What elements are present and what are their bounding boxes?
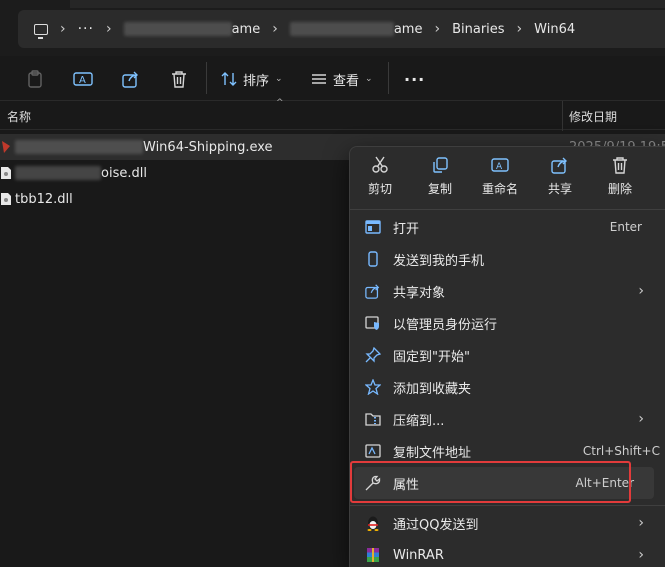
address-bar[interactable]: › ··· › ame › ame › Binaries › Win64	[18, 10, 665, 48]
command-bar: A 排序 ⌄ 查看 ⌄ ···	[0, 56, 665, 100]
toolbar-divider	[388, 62, 389, 94]
breadcrumb-item-win64[interactable]: Win64	[534, 22, 575, 37]
view-label: 查看	[333, 73, 360, 89]
cut-button[interactable]: 剪切	[350, 147, 410, 205]
chevron-right-icon: ›	[638, 283, 644, 299]
share-icon	[551, 157, 567, 174]
highlight-box	[350, 461, 631, 503]
this-pc-icon[interactable]	[34, 23, 48, 39]
rename-icon[interactable]: A	[72, 68, 94, 90]
dll-file-icon	[0, 166, 12, 180]
file-name: Win64-Shipping.exe	[15, 140, 273, 155]
menu-item-label: 打开	[393, 221, 420, 237]
exe-file-icon	[0, 140, 12, 154]
menu-item-share-with[interactable]: 共享对象 ›	[350, 275, 665, 307]
column-header-row: ^ 名称 修改日期	[0, 98, 665, 131]
context-menu: 剪切 复制 A 重命名 共享 删除 打开 Enter 发送到我的手机 共享对象 …	[349, 146, 665, 567]
chevron-right-icon: ›	[638, 411, 644, 427]
menu-item-add-to-favorites[interactable]: 添加到收藏夹	[350, 371, 665, 403]
sort-icon	[221, 72, 237, 86]
pin-icon	[364, 346, 382, 364]
delete-button[interactable]: 删除	[590, 147, 650, 205]
menu-item-winrar[interactable]: WinRAR ›	[350, 539, 665, 567]
file-name: tbb12.dll	[15, 191, 73, 207]
sort-label: 排序	[243, 73, 270, 89]
menu-item-label: 添加到收藏夹	[393, 381, 472, 397]
share-label: 共享	[547, 181, 572, 196]
star-icon	[364, 378, 382, 396]
column-divider[interactable]	[562, 101, 563, 131]
rename-icon: A	[491, 157, 509, 172]
menu-item-label: WinRAR	[393, 547, 444, 563]
menu-item-pin-to-start[interactable]: 固定到"开始"	[350, 339, 665, 371]
trash-icon	[613, 156, 627, 174]
phone-icon	[364, 250, 382, 268]
breadcrumb-item-2[interactable]: ame	[289, 22, 422, 37]
context-quick-actions: 剪切 复制 A 重命名 共享 删除	[350, 147, 665, 205]
breadcrumb-chevron-icon[interactable]: ›	[106, 21, 112, 37]
menu-shortcut: Enter	[609, 220, 642, 234]
chevron-down-icon: ⌄	[275, 74, 283, 84]
view-button[interactable]: 查看 ⌄	[311, 68, 373, 90]
share-button[interactable]: 共享	[530, 147, 590, 205]
qq-penguin-icon	[364, 514, 382, 532]
breadcrumb-overflow-button[interactable]: ···	[78, 21, 94, 37]
menu-item-label: 以管理员身份运行	[393, 317, 498, 333]
copy-icon	[433, 156, 448, 173]
winrar-icon	[364, 546, 382, 564]
chevron-right-icon: ›	[638, 515, 644, 531]
share-icon[interactable]	[120, 68, 142, 90]
breadcrumb-chevron-icon[interactable]: ›	[434, 21, 440, 37]
copy-path-icon	[364, 442, 382, 460]
breadcrumb-chevron-icon[interactable]: ›	[272, 21, 278, 37]
menu-shortcut: Ctrl+Shift+C	[582, 444, 660, 458]
svg-text:A: A	[496, 162, 503, 172]
menu-item-label: 共享对象	[393, 285, 446, 301]
rename-label: 重命名	[481, 181, 518, 196]
menu-divider	[350, 209, 665, 210]
chevron-down-icon: ⌄	[365, 74, 373, 84]
column-header-date[interactable]: 修改日期	[569, 108, 617, 125]
menu-item-send-to-phone[interactable]: 发送到我的手机	[350, 243, 665, 275]
dll-file-icon	[0, 192, 12, 206]
paste-icon[interactable]	[24, 68, 46, 90]
delete-label: 删除	[607, 181, 632, 196]
delete-icon[interactable]	[168, 68, 190, 90]
zip-folder-icon	[364, 410, 382, 428]
cut-label: 剪切	[367, 181, 392, 196]
toolbar-divider	[206, 62, 207, 94]
copy-button[interactable]: 复制	[410, 147, 470, 205]
sort-button[interactable]: 排序 ⌄	[221, 68, 283, 90]
chevron-right-icon: ›	[638, 547, 644, 563]
copy-label: 复制	[427, 181, 452, 196]
menu-item-label: 发送到我的手机	[393, 253, 485, 269]
file-name: oise.dll	[15, 166, 147, 181]
menu-item-label: 复制文件地址	[393, 445, 472, 461]
sort-ascending-icon: ^	[276, 98, 284, 108]
scissors-icon	[372, 156, 388, 173]
rename-button[interactable]: A 重命名	[470, 147, 530, 205]
menu-item-label: 压缩到...	[393, 413, 445, 429]
view-icon	[312, 74, 326, 84]
menu-item-label: 通过QQ发送到	[393, 517, 479, 533]
breadcrumb-item-binaries[interactable]: Binaries	[452, 22, 504, 37]
menu-divider	[350, 505, 665, 506]
breadcrumb-chevron-icon[interactable]: ›	[60, 21, 66, 37]
breadcrumb-chevron-icon[interactable]: ›	[517, 21, 523, 37]
breadcrumb-item-1[interactable]: ame	[123, 22, 260, 37]
more-options-button[interactable]: ···	[404, 68, 425, 90]
column-header-name[interactable]: 名称	[7, 108, 31, 125]
open-window-icon	[364, 218, 382, 236]
menu-item-compress-to[interactable]: 压缩到... ›	[350, 403, 665, 435]
menu-item-open[interactable]: 打开 Enter	[350, 211, 665, 243]
menu-item-run-as-admin[interactable]: 以管理员身份运行	[350, 307, 665, 339]
svg-text:A: A	[79, 75, 86, 86]
menu-item-send-via-qq[interactable]: 通过QQ发送到 ›	[350, 507, 665, 539]
share-icon	[364, 282, 382, 300]
menu-item-label: 固定到"开始"	[393, 349, 470, 365]
admin-shield-icon	[364, 314, 382, 332]
